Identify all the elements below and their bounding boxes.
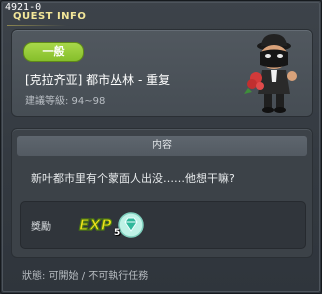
exp-text: EXP: [79, 216, 112, 234]
window-title: QUEST INFO: [13, 11, 87, 22]
gem-icon: [118, 212, 144, 238]
quest-type-badge: 一般: [23, 42, 84, 62]
gem-count: 5: [114, 228, 121, 238]
recommended-level: 建議等級: 94~98: [25, 96, 106, 107]
reward-box: 獎勵 EXP 5: [20, 201, 306, 249]
quest-title: [克拉齐亚] 都市丛林 - 重复: [25, 73, 171, 87]
quest-info-window: 4921-0 QUEST INFO 一般 [克拉齐亚] 都市丛林 - 重复 建議…: [0, 0, 322, 294]
reward-label: 獎勵: [31, 222, 51, 233]
masked-man-npc-icon: [244, 34, 297, 113]
quest-status: 狀態: 可開始 / 不可執行任務: [22, 271, 149, 282]
content-header: 内容: [17, 136, 307, 156]
quest-description: 新叶都市里有个蒙面人出没……他想干嘛?: [31, 172, 235, 185]
quest-content-card: 内容 新叶都市里有个蒙面人出没……他想干嘛? 獎勵 EXP 5: [11, 128, 313, 258]
title-underline: [7, 25, 67, 26]
exp-icon: EXP: [78, 215, 112, 234]
quest-summary-card: 一般 [克拉齐亚] 都市丛林 - 重复 建議等級: 94~98: [11, 29, 313, 117]
